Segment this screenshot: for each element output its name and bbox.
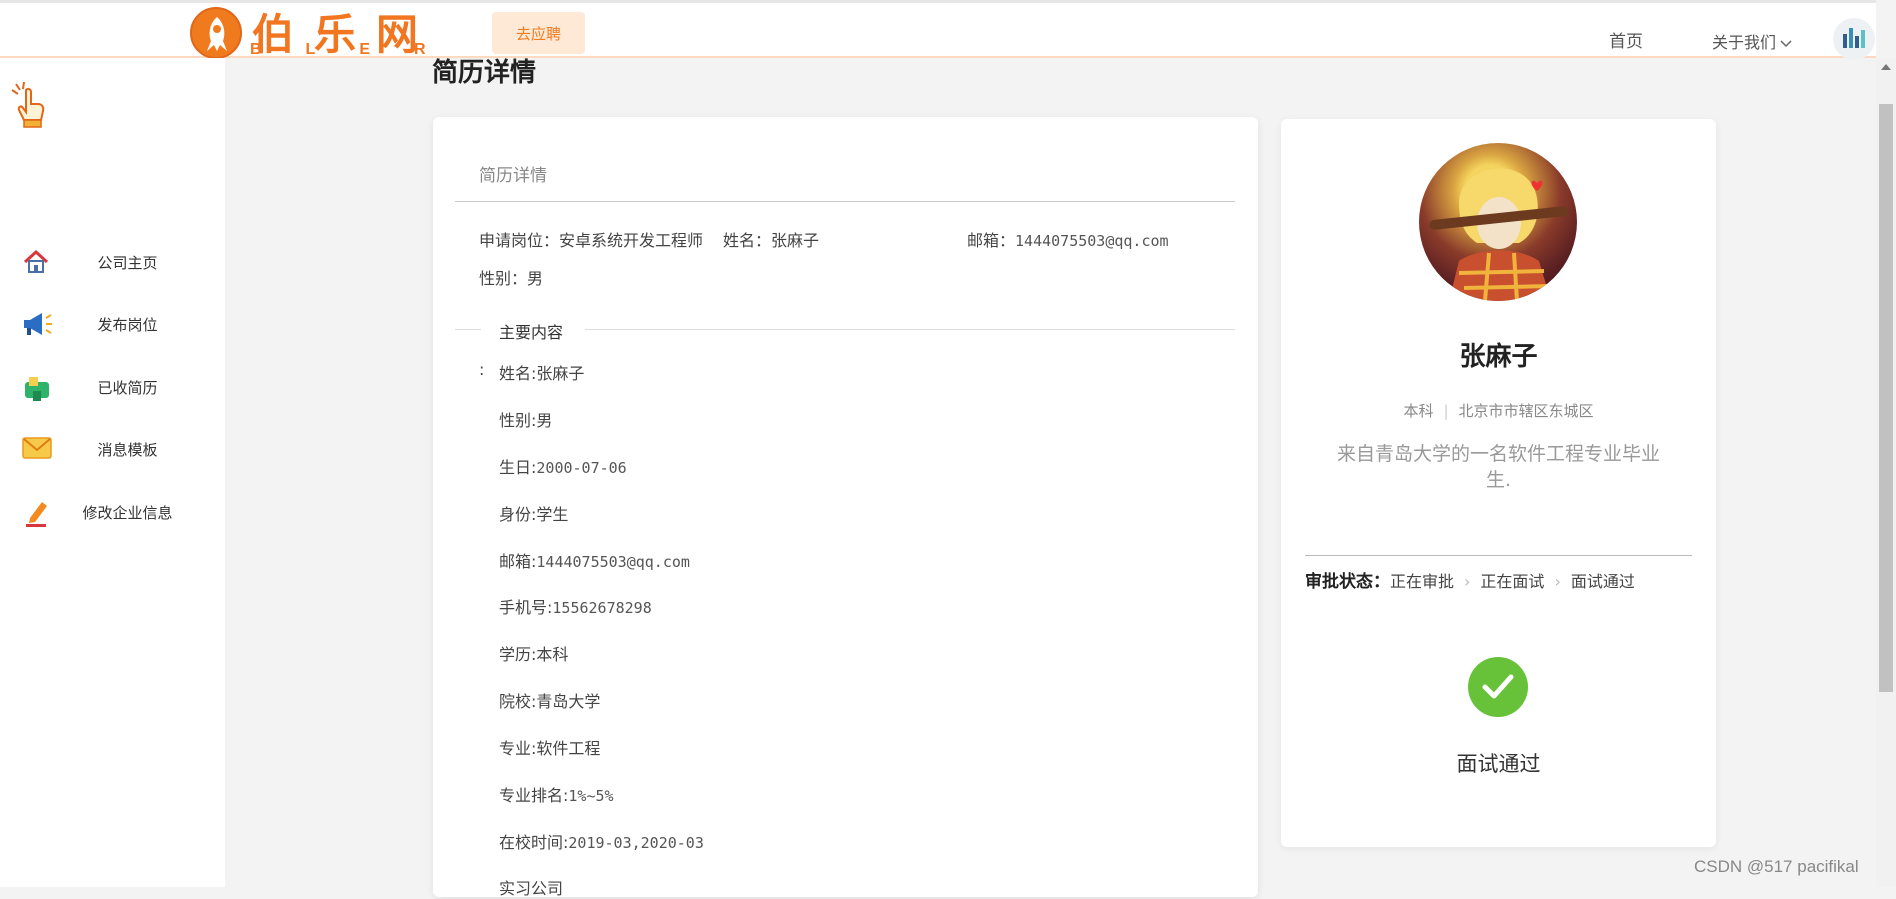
top-navbar: 伯乐网 BLER 去应聘 首页 关于我们 (0, 0, 1876, 60)
sidebar-item-label: 发布岗位 (97, 316, 158, 334)
watermark: CSDN @517 pacifikal (1694, 857, 1859, 876)
chevron-right-icon: › (1464, 572, 1471, 591)
check-circle-icon (1468, 657, 1528, 717)
resume-content-line: 在校时间:2019-03,2020-03 (499, 833, 704, 852)
sidebar-item-label: 公司主页 (97, 254, 158, 272)
resume-content-line: 专业:软件工程 (499, 739, 601, 758)
header-divider (455, 201, 1235, 202)
avatar-illustration-icon (1429, 168, 1569, 301)
scrollbar-thumb[interactable] (1879, 104, 1893, 692)
section-title: 主要内容 (499, 323, 564, 342)
profile-bio: 来自青岛大学的一名软件工程专业毕业生. (1336, 443, 1660, 491)
section-divider-right (585, 329, 1235, 330)
result-text: 面试通过 (1456, 752, 1541, 776)
page-scrollbar[interactable] (1876, 58, 1896, 887)
pencil-icon (22, 498, 50, 527)
resume-content-line: 实习公司 (499, 879, 564, 898)
resume-content-line: 邮箱:1444075503@qq.com (499, 552, 690, 571)
logo-mark-icon (190, 7, 242, 59)
profile-location: 北京市市辖区东城区 (1458, 402, 1594, 420)
applicant-name-value: 张麻子 (771, 231, 820, 250)
profile-name: 张麻子 (1459, 342, 1538, 372)
sidebar-item-label: 消息模板 (97, 441, 158, 459)
envelope-icon (22, 435, 52, 463)
applicant-gender-value: 男 (527, 269, 544, 288)
bar-chart-icon (1843, 28, 1865, 48)
mailbox-icon (22, 373, 50, 401)
megaphone-icon (22, 310, 52, 338)
resume-detail-card: 简历详情 申请岗位：安卓系统开发工程师 姓名：张麻子 邮箱：1444075503… (433, 117, 1258, 898)
applied-position: 申请岗位：安卓系统开发工程师 (479, 231, 704, 250)
card-header-title: 简历详情 (479, 166, 547, 186)
resume-content-line: 院校:青岛大学 (499, 692, 601, 711)
status-step: 正在审批 (1390, 572, 1455, 591)
applicant-name: 姓名：张麻子 (723, 231, 820, 250)
sidebar-item-post-job[interactable]: 发布岗位 (0, 304, 225, 344)
resume-content-line: 手机号:15562678298 (499, 598, 652, 617)
chevron-down-icon (1780, 33, 1792, 52)
nav-about-label: 关于我们 (1712, 33, 1777, 52)
applicant-email: 邮箱：1444075503@qq.com (967, 231, 1169, 250)
sidebar-item-company-home[interactable]: 公司主页 (0, 242, 225, 282)
home-icon (22, 248, 50, 276)
applied-position-value: 安卓系统开发工程师 (559, 231, 704, 250)
pointing-hand-icon (10, 81, 50, 130)
sidebar-item-label: 已收简历 (97, 379, 158, 397)
status-step: 正在面试 (1480, 572, 1545, 591)
sidebar-item-received-resumes[interactable]: 已收简历 (0, 367, 225, 407)
resume-content-line: 身份:学生 (499, 505, 569, 524)
section-divider-left (455, 329, 481, 330)
chevron-right-icon: › (1554, 572, 1561, 591)
profile-degree: 本科 (1403, 402, 1434, 420)
nav-home-link[interactable]: 首页 (1609, 27, 1643, 52)
resume-content-line: 性别:男 (499, 411, 553, 430)
sidebar-item-edit-company-info[interactable]: 修改企业信息 (0, 492, 225, 532)
profile-card: 张麻子 本科 | 北京市市辖区东城区 来自青岛大学的一名软件工程专业毕业生. 审批状… (1281, 119, 1716, 847)
leading-colon: : (479, 360, 485, 379)
site-logo[interactable]: 伯乐网 BLER (188, 5, 468, 59)
scroll-up-icon[interactable] (1881, 64, 1891, 70)
resume-content-line: 生日:2000-07-06 (499, 458, 627, 477)
approval-status: 审批状态：正在审批 › 正在面试 › 面试通过 (1305, 567, 1635, 592)
user-avatar[interactable] (1833, 18, 1875, 60)
approval-status-label: 审批状态： (1305, 572, 1390, 592)
applicant-email-value: 1444075503@qq.com (1015, 232, 1169, 250)
status-step: 面试通过 (1570, 572, 1635, 591)
page-title: 简历详情 (432, 58, 537, 88)
sidebar-item-label: 修改企业信息 (82, 504, 173, 522)
nav-about-dropdown[interactable]: 关于我们 (1712, 29, 1792, 53)
apply-button[interactable]: 去应聘 (492, 12, 585, 54)
profile-meta: 本科 | 北京市市辖区东城区 (1403, 402, 1594, 420)
profile-divider (1305, 555, 1692, 556)
resume-content-line: 学历:本科 (499, 645, 569, 664)
applicant-avatar (1419, 143, 1577, 301)
sidebar-item-message-templates[interactable]: 消息模板 (0, 429, 225, 469)
sidebar: 公司主页 发布岗位 已收简历 消息模板 修改企业信息 (0, 58, 225, 887)
resume-content-line: 专业排名:1%~5% (499, 786, 614, 805)
resume-content-line: 姓名:张麻子 (499, 364, 585, 383)
applicant-gender: 性别：男 (479, 269, 544, 288)
